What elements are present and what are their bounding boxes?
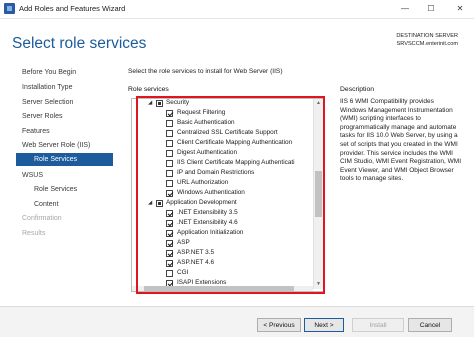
wizard-header: Select role services DESTINATION SERVER … bbox=[0, 19, 474, 66]
step-content[interactable]: Content bbox=[34, 201, 59, 208]
maximize-button[interactable]: ☐ bbox=[418, 0, 444, 18]
collapse-icon[interactable]: ◢ bbox=[148, 200, 152, 206]
tree-item-label: Basic Authentication bbox=[177, 119, 235, 126]
checkbox[interactable] bbox=[166, 160, 173, 167]
checkbox[interactable] bbox=[166, 210, 173, 217]
checkbox[interactable] bbox=[166, 110, 173, 117]
tree-item-label: URL Authorization bbox=[177, 179, 229, 186]
step-wsus[interactable]: WSUS bbox=[22, 172, 43, 179]
step-results: Results bbox=[22, 230, 46, 237]
checkbox[interactable] bbox=[166, 130, 173, 137]
page-title: Select role services bbox=[12, 35, 147, 52]
checkbox[interactable] bbox=[166, 150, 173, 157]
minimize-button[interactable]: — bbox=[392, 0, 418, 18]
next-button[interactable]: Next > bbox=[304, 318, 344, 332]
role-services-header: Role services bbox=[128, 86, 169, 93]
checkbox[interactable] bbox=[166, 180, 173, 187]
checkbox[interactable] bbox=[166, 120, 173, 127]
checkbox[interactable] bbox=[166, 240, 173, 247]
tree-item-label: ISAPI Extensions bbox=[177, 279, 227, 286]
step-role-services-iis[interactable]: Role Services bbox=[16, 153, 113, 166]
scrollbar-thumb[interactable] bbox=[144, 286, 294, 291]
tree-item-label: Client Certificate Mapping Authenticatio… bbox=[177, 139, 293, 146]
scroll-up-icon[interactable]: ▲ bbox=[314, 99, 323, 108]
tree-horizontal-scrollbar[interactable] bbox=[132, 286, 313, 291]
tree-item-label: ASP bbox=[177, 239, 190, 246]
scrollbar-thumb[interactable] bbox=[315, 171, 322, 217]
destination-label: DESTINATION SERVER bbox=[396, 33, 458, 39]
step-role-services-wsus[interactable]: Role Services bbox=[34, 186, 77, 193]
checkbox[interactable] bbox=[156, 100, 163, 107]
tree-item-label: .NET Extensibility 3.5 bbox=[177, 209, 238, 216]
title-bar: Add Roles and Features Wizard — ☐ ✕ bbox=[0, 0, 474, 19]
cancel-button[interactable]: Cancel bbox=[408, 318, 452, 332]
tree-item-label: Digest Authentication bbox=[177, 149, 238, 156]
destination-server-name: SRVSCCM.enterinit.com bbox=[396, 41, 458, 47]
collapse-icon[interactable]: ◢ bbox=[148, 100, 152, 106]
app-icon bbox=[4, 3, 15, 14]
install-button: Install bbox=[352, 318, 404, 332]
step-web-server-role[interactable]: Web Server Role (IIS) bbox=[22, 142, 90, 149]
checkbox[interactable] bbox=[166, 250, 173, 257]
tree-item-label: Application Initialization bbox=[177, 229, 244, 236]
checkbox[interactable] bbox=[156, 200, 163, 207]
destination-server: DESTINATION SERVER SRVSCCM.enterinit.com bbox=[396, 32, 458, 48]
tree-item-label: ASP.NET 4.6 bbox=[177, 259, 215, 266]
tree-item-label: IIS Client Certificate Mapping Authentic… bbox=[177, 159, 295, 166]
step-server-roles[interactable]: Server Roles bbox=[22, 113, 62, 120]
checkbox[interactable] bbox=[166, 220, 173, 227]
tree-item-label: Application Development bbox=[166, 199, 237, 206]
window-title: Add Roles and Features Wizard bbox=[19, 4, 126, 13]
scroll-down-icon[interactable]: ▼ bbox=[314, 280, 323, 289]
checkbox[interactable] bbox=[166, 170, 173, 177]
description-text: IIS 6 WMI Compatibility provides Windows… bbox=[340, 98, 462, 183]
description-header: Description bbox=[340, 86, 374, 93]
tree-vertical-scrollbar[interactable]: ▲ ▼ bbox=[313, 99, 323, 289]
step-before-you-begin[interactable]: Before You Begin bbox=[22, 69, 76, 76]
tree-item-label: Windows Authentication bbox=[177, 189, 245, 196]
checkbox[interactable] bbox=[166, 140, 173, 147]
role-services-tree[interactable]: ◢ Security Request Filtering Basic Authe… bbox=[131, 98, 325, 292]
checkbox[interactable] bbox=[166, 230, 173, 237]
checkbox[interactable] bbox=[166, 190, 173, 197]
tree-item-label: IP and Domain Restrictions bbox=[177, 169, 255, 176]
checkbox[interactable] bbox=[166, 260, 173, 267]
tree-item-label: Centralized SSL Certificate Support bbox=[177, 129, 278, 136]
close-button[interactable]: ✕ bbox=[446, 0, 474, 18]
tree-item-label: ASP.NET 3.5 bbox=[177, 249, 215, 256]
tree-item-label: CGI bbox=[177, 269, 189, 276]
tree-item-label: Security bbox=[166, 99, 190, 106]
step-installation-type[interactable]: Installation Type bbox=[22, 84, 72, 91]
step-confirmation: Confirmation bbox=[22, 215, 62, 222]
previous-button[interactable]: < Previous bbox=[257, 318, 301, 332]
tree-item-label: Request Filtering bbox=[177, 109, 226, 116]
step-server-selection[interactable]: Server Selection bbox=[22, 99, 73, 106]
wizard-footer: < Previous Next > Install Cancel bbox=[0, 306, 474, 337]
checkbox[interactable] bbox=[166, 270, 173, 277]
tree-item-label: .NET Extensibility 4.6 bbox=[177, 219, 238, 226]
intro-text: Select the role services to install for … bbox=[128, 68, 283, 75]
step-features[interactable]: Features bbox=[22, 128, 50, 135]
